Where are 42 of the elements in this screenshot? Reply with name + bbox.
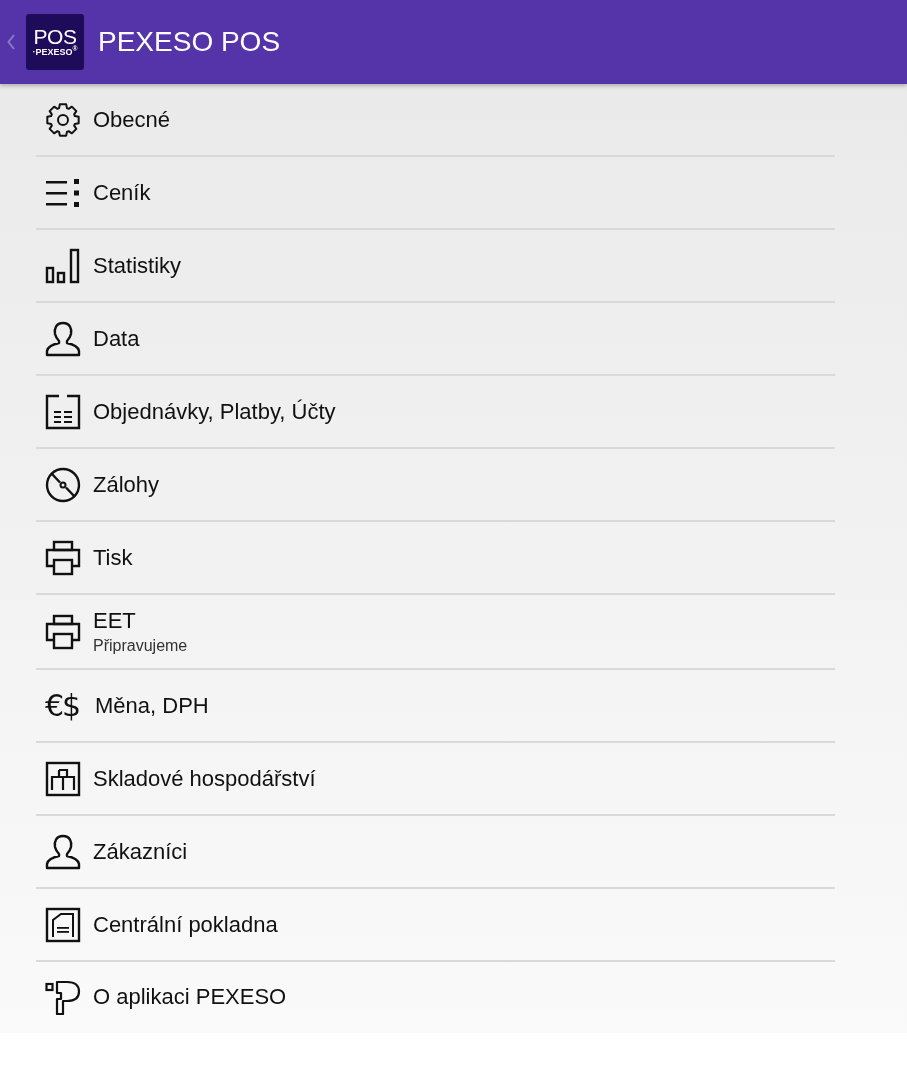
menu-item-label: Data — [93, 325, 140, 352]
menu-item[interactable]: Obecné — [36, 84, 835, 157]
menu-item-label: O aplikaci PEXESO — [93, 983, 287, 1010]
menu-item-label: Centrální pokladna — [93, 911, 278, 938]
menu-item[interactable]: Zákazníci — [36, 816, 835, 889]
printer-icon — [45, 539, 81, 576]
menu-item-label: Zákazníci — [93, 838, 188, 865]
gear-icon — [45, 101, 81, 138]
menu-item-label: Skladové hospodářství — [93, 765, 316, 792]
menu-item[interactable]: Centrální pokladna — [36, 889, 835, 962]
menu-item[interactable]: Objednávky, Platby, Účty — [36, 376, 835, 449]
currency-icon: €$ — [45, 690, 83, 721]
logo-subtext: ·PEXESO$^{®}$ — [32, 46, 78, 58]
person-icon — [45, 320, 81, 357]
menu-item-label: Měna, DPH — [95, 692, 209, 719]
person-icon — [45, 833, 81, 870]
menu-item[interactable]: Zálohy — [36, 449, 835, 522]
menu-item-label: Ceník — [93, 179, 151, 206]
menu-item-label: Objednávky, Platby, Účty — [93, 398, 336, 425]
warehouse-icon — [45, 760, 81, 797]
back-chevron-icon[interactable] — [7, 34, 15, 50]
disc-icon — [45, 466, 81, 503]
menu-item-label: Statistiky — [93, 252, 182, 279]
menu-item[interactable]: €$ Měna, DPH — [36, 670, 835, 743]
document-icon — [45, 393, 81, 430]
menu-item[interactable]: Tisk — [36, 522, 835, 595]
menu-item-label: Zálohy — [93, 471, 160, 498]
bar-chart-icon — [45, 247, 81, 284]
menu-item[interactable]: EET Připravujeme — [36, 595, 835, 670]
menu-item[interactable]: Skladové hospodářství — [36, 743, 835, 816]
menu-item[interactable]: O aplikaci PEXESO — [36, 962, 835, 1031]
menu-item[interactable]: Ceník — [36, 157, 835, 230]
p-logo-icon — [45, 978, 81, 1015]
menu-item[interactable]: Statistiky — [36, 230, 835, 303]
building-icon — [45, 906, 81, 943]
menu-item-label: EET — [93, 607, 137, 634]
printer-icon — [45, 613, 81, 650]
menu-item-label: Obecné — [93, 106, 171, 133]
menu-item-label: Tisk — [93, 544, 133, 571]
menu-item[interactable]: Data — [36, 303, 835, 376]
app-title: PEXESO POS — [98, 28, 281, 56]
menu-item-subtitle: Připravujeme — [93, 635, 188, 656]
